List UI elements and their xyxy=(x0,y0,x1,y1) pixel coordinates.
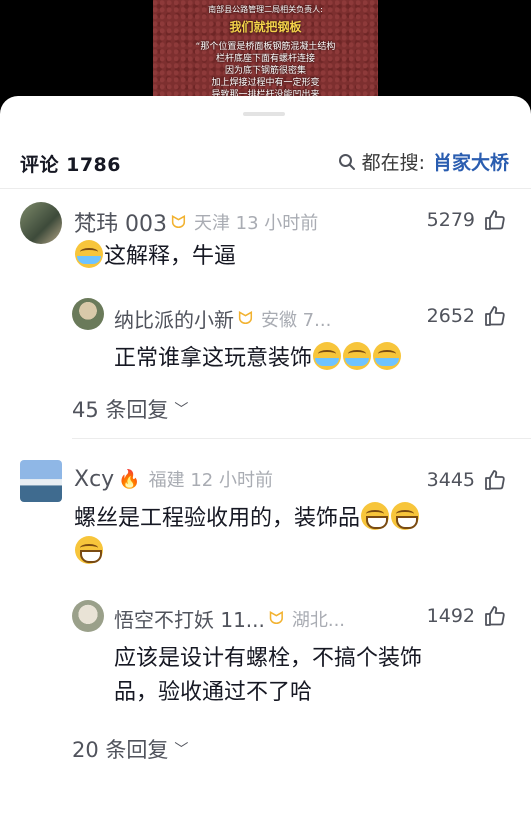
like-count: 1492 xyxy=(426,605,475,627)
reply-text-line: 应该是设计有螺栓，不搞个装饰 xyxy=(114,646,423,671)
reply-text-content: 正常谁拿这玩意装饰 xyxy=(114,346,313,371)
creator-badge-icon: ᗢ xyxy=(268,608,284,629)
comment-location-time: 福建 12 小时前 xyxy=(148,470,273,491)
chevron-down-icon: ﹀ xyxy=(174,402,189,418)
thumbs-up-icon xyxy=(485,470,505,490)
grin-emoji-icon xyxy=(391,502,420,530)
thumbs-up-icon xyxy=(485,210,505,230)
grin-emoji-icon xyxy=(361,502,390,530)
video-caption-line: 因为底下钢筋很密集 xyxy=(224,66,306,76)
username[interactable]: 纳比派的小新 xyxy=(114,304,234,333)
like-count: 2652 xyxy=(426,305,475,327)
video-caption-line: “那个位置是桥面板钢筋混凝土结构 xyxy=(195,42,336,52)
laugh-cry-emoji-icon xyxy=(75,240,103,268)
comment-text-content: 螺丝是工程验收用的，装饰品 xyxy=(74,506,361,531)
comment-location-time: 安徽 7... xyxy=(260,309,332,331)
reply-text-line: 品，验收通过不了哈 xyxy=(114,680,313,705)
video-frame[interactable]: 南部县公路管理二局相关负责人: 我们就把钢板 “那个位置是桥面板钢筋混凝土结构 … xyxy=(153,0,378,110)
comment-text: 这解释，牛逼 xyxy=(74,240,236,274)
comment-separator xyxy=(72,438,531,439)
search-label: 都在搜: xyxy=(361,152,425,174)
comment-sheet: 评论 1786 都在搜: 肖家大桥 梵玮 003 ᗢ 天津 13 小时前 527… xyxy=(0,96,531,816)
username[interactable]: 梵玮 003 xyxy=(74,206,167,238)
replies-count: 20 条回复 xyxy=(72,738,169,762)
thumbs-up-icon xyxy=(485,606,505,626)
like-button[interactable]: 3445 xyxy=(427,468,507,492)
comment-header: 评论 1786 都在搜: 肖家大桥 xyxy=(0,136,531,186)
video-caption-line: 加上焊接过程中有一定形变 xyxy=(211,78,320,88)
creator-badge-icon: ᗢ xyxy=(171,211,186,233)
drag-handle[interactable] xyxy=(243,112,285,116)
trending-search[interactable]: 都在搜: 肖家大桥 xyxy=(338,148,509,175)
comment-text-content: 这解释，牛逼 xyxy=(104,244,237,269)
header-divider xyxy=(0,188,531,189)
username[interactable]: Xcy xyxy=(74,467,114,492)
search-keyword-link[interactable]: 肖家大桥 xyxy=(433,148,509,175)
like-button[interactable]: 2652 xyxy=(427,304,507,328)
expand-replies-button[interactable]: 20 条回复 ﹀ xyxy=(72,734,188,764)
laugh-cry-emoji-icon xyxy=(343,342,372,370)
video-preview[interactable]: 南部县公路管理二局相关负责人: 我们就把钢板 “那个位置是桥面板钢筋混凝土结构 … xyxy=(0,0,531,110)
video-caption-header: 南部县公路管理二局相关负责人: xyxy=(208,5,323,14)
creator-badge-icon: ᗢ xyxy=(238,308,253,329)
avatar[interactable] xyxy=(72,298,104,330)
chevron-down-icon: ﹀ xyxy=(174,742,189,758)
like-count: 3445 xyxy=(426,469,475,491)
video-caption-line: 栏杆底座下面有螺杆连接 xyxy=(215,54,315,64)
thumbs-up-icon xyxy=(485,306,505,326)
like-button[interactable]: 1492 xyxy=(427,604,507,628)
comment-count-title: 评论 1786 xyxy=(20,154,121,176)
comment-location-time: 湖北... xyxy=(291,609,346,631)
video-caption-title: 我们就把钢板 xyxy=(229,20,302,34)
username[interactable]: 悟空不打妖 11... xyxy=(114,604,265,633)
comment-text: 螺丝是工程验收用的，装饰品 xyxy=(74,502,514,570)
fire-icon: 🔥 xyxy=(118,468,141,490)
reply-text: 正常谁拿这玩意装饰 xyxy=(114,342,402,376)
like-button[interactable]: 5279 xyxy=(427,208,507,232)
search-icon xyxy=(338,153,355,170)
avatar[interactable] xyxy=(20,202,62,244)
comment-location-time: 天津 13 小时前 xyxy=(193,213,319,234)
grin-emoji-icon xyxy=(75,536,103,564)
reply-text: 应该是设计有螺栓，不搞个装饰 品，验收通过不了哈 xyxy=(114,642,514,710)
laugh-cry-emoji-icon xyxy=(313,342,342,370)
like-count: 5279 xyxy=(426,209,475,231)
laugh-cry-emoji-icon xyxy=(373,342,402,370)
replies-count: 45 条回复 xyxy=(72,398,169,422)
expand-replies-button[interactable]: 45 条回复 ﹀ xyxy=(72,394,188,424)
avatar[interactable] xyxy=(20,460,62,502)
avatar[interactable] xyxy=(72,600,104,632)
